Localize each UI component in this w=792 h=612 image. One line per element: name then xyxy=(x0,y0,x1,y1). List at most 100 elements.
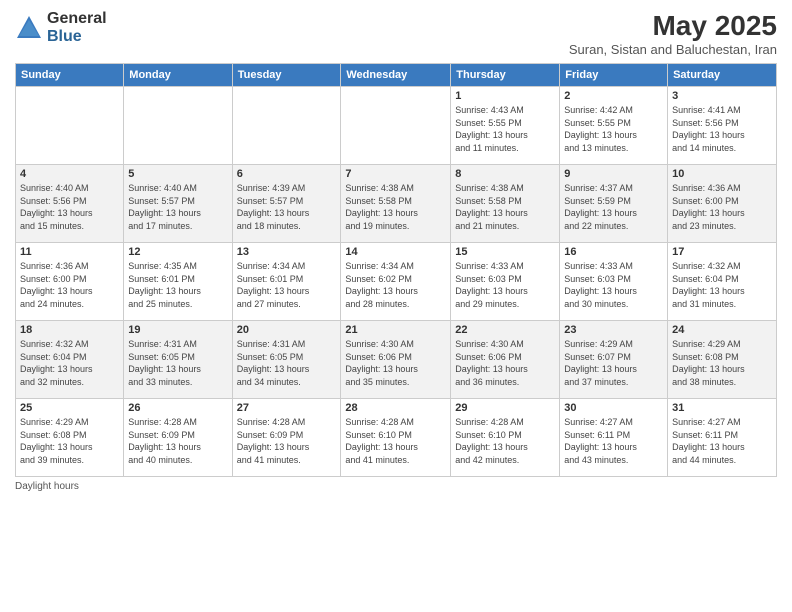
day-info-line: Sunset: 6:07 PM xyxy=(564,352,631,362)
day-info-line: Sunset: 6:04 PM xyxy=(20,352,87,362)
day-info-line: Sunset: 6:11 PM xyxy=(672,430,738,440)
day-number: 13 xyxy=(237,246,337,258)
day-info-line: Sunset: 6:05 PM xyxy=(128,352,195,362)
day-info-line: Sunrise: 4:27 AM xyxy=(672,417,741,427)
day-info-line: Daylight: 13 hours xyxy=(564,364,637,374)
logo-general: General xyxy=(47,10,107,28)
day-info-line: and 23 minutes. xyxy=(672,221,736,231)
day-info-line: Sunrise: 4:30 AM xyxy=(455,339,524,349)
day-info-line: Daylight: 13 hours xyxy=(237,286,310,296)
day-info-line: Daylight: 13 hours xyxy=(455,208,528,218)
day-info: Sunrise: 4:37 AMSunset: 5:59 PMDaylight:… xyxy=(564,182,663,232)
day-info: Sunrise: 4:29 AM Sunset: 6:07 PM Daylight:… xyxy=(564,338,663,388)
day-number: 8 xyxy=(455,168,555,180)
day-info-line: Sunrise: 4:29 AM xyxy=(672,339,741,349)
calendar-week-row: 4Sunrise: 4:40 AMSunset: 5:56 PMDaylight… xyxy=(16,165,777,243)
day-number: 17 xyxy=(672,246,772,258)
calendar-weekday-friday: Friday xyxy=(560,64,668,87)
day-info-line: Daylight: 13 hours xyxy=(237,442,310,452)
calendar-cell: 4Sunrise: 4:40 AMSunset: 5:56 PMDaylight… xyxy=(16,165,124,243)
day-info-line: Sunrise: 4:29 AM xyxy=(564,339,633,349)
day-info-line: and 32 minutes. xyxy=(20,377,84,387)
day-info-line: Sunset: 6:00 PM xyxy=(672,196,739,206)
day-number: 12 xyxy=(128,246,227,258)
day-info-line: and 21 minutes. xyxy=(455,221,519,231)
calendar-weekday-thursday: Thursday xyxy=(451,64,560,87)
day-info-line: and 35 minutes. xyxy=(345,377,409,387)
calendar-weekday-saturday: Saturday xyxy=(668,64,777,87)
day-info-line: Sunrise: 4:36 AM xyxy=(672,183,741,193)
calendar-weekday-monday: Monday xyxy=(124,64,232,87)
day-info: Sunrise: 4:32 AMSunset: 6:04 PMDaylight:… xyxy=(672,260,772,310)
day-info-line: Sunrise: 4:41 AM xyxy=(672,105,741,115)
day-number: 27 xyxy=(237,402,337,414)
day-info-line: Sunrise: 4:27 AM xyxy=(564,417,633,427)
calendar-cell: 14Sunrise: 4:34 AMSunset: 6:02 PMDayligh… xyxy=(341,243,451,321)
day-info-line: Sunrise: 4:28 AM xyxy=(237,417,306,427)
day-info-line: and 30 minutes. xyxy=(564,299,628,309)
day-info: Sunrise: 4:31 AMSunset: 6:05 PMDaylight:… xyxy=(237,338,337,388)
calendar-cell: 15Sunrise: 4:33 AMSunset: 6:03 PMDayligh… xyxy=(451,243,560,321)
day-info-line: Daylight: 13 hours xyxy=(672,442,745,452)
day-info: Sunrise: 4:34 AMSunset: 6:02 PMDaylight:… xyxy=(345,260,446,310)
day-info-line: and 39 minutes. xyxy=(20,455,84,465)
day-info-line: Sunset: 6:10 PM xyxy=(345,430,412,440)
calendar-cell: 31Sunrise: 4:27 AMSunset: 6:11 PMDayligh… xyxy=(668,399,777,477)
day-info-line: Daylight: 13 hours xyxy=(455,442,528,452)
calendar-cell: 10 Sunrise: 4:36 AM Sunset: 6:00 PM Dayligh… xyxy=(668,165,777,243)
day-info-line: Sunset: 5:59 PM xyxy=(564,196,631,206)
day-info-line: and 15 minutes. xyxy=(20,221,84,231)
day-info-line: Daylight: 13 hours xyxy=(672,208,745,218)
day-info-line: Sunrise: 4:36 AM xyxy=(20,261,89,271)
day-number: 6 xyxy=(237,168,337,180)
calendar-cell: 6Sunrise: 4:39 AMSunset: 5:57 PMDaylight… xyxy=(232,165,341,243)
day-info-line: Daylight: 13 hours xyxy=(128,442,201,452)
day-info-line: and 38 minutes. xyxy=(672,377,736,387)
day-info-line: Daylight: 13 hours xyxy=(672,364,745,374)
calendar-cell: 22Sunrise: 4:30 AMSunset: 6:06 PMDayligh… xyxy=(451,321,560,399)
calendar-cell xyxy=(124,87,232,165)
day-info-line: Daylight: 13 hours xyxy=(455,364,528,374)
day-number: 11 xyxy=(20,246,119,258)
location-subtitle: Suran, Sistan and Baluchestan, Iran xyxy=(569,42,777,57)
day-number: 10 xyxy=(672,168,772,180)
day-info-line: Sunrise: 4:38 AM xyxy=(345,183,414,193)
month-title: May 2025 xyxy=(569,10,777,42)
day-info-line: and 22 minutes. xyxy=(564,221,628,231)
day-info-line: Sunrise: 4:31 AM xyxy=(128,339,197,349)
calendar-cell: 12 Sunrise: 4:35 AMSunset: 6:01 PMDayligh… xyxy=(124,243,232,321)
calendar-cell: 30Sunrise: 4:27 AMSunset: 6:11 PMDayligh… xyxy=(560,399,668,477)
calendar-cell: 2Sunrise: 4:42 AMSunset: 5:55 PMDaylight… xyxy=(560,87,668,165)
calendar-cell: 13Sunrise: 4:34 AMSunset: 6:01 PMDayligh… xyxy=(232,243,341,321)
calendar-weekday-sunday: Sunday xyxy=(16,64,124,87)
logo-text: General Blue xyxy=(47,10,107,45)
calendar-cell: 20Sunrise: 4:31 AMSunset: 6:05 PMDayligh… xyxy=(232,321,341,399)
day-info: Sunrise: 4:29 AMSunset: 6:08 PMDaylight:… xyxy=(20,416,119,466)
day-info: Sunrise: 4:28 AMSunset: 6:10 PMDaylight:… xyxy=(345,416,446,466)
calendar-week-row: 11Sunrise: 4:36 AMSunset: 6:00 PMDayligh… xyxy=(16,243,777,321)
day-info-line: Sunrise: 4:29 AM xyxy=(20,417,89,427)
day-number: 1 xyxy=(455,90,555,102)
day-info-line: and 41 minutes. xyxy=(345,455,409,465)
day-info-line: Daylight: 13 hours xyxy=(20,364,93,374)
header: General Blue May 2025 Suran, Sistan and … xyxy=(15,10,777,57)
day-info-line: Sunset: 6:01 PM xyxy=(237,274,304,284)
calendar-weekday-tuesday: Tuesday xyxy=(232,64,341,87)
day-info-line: Daylight: 13 hours xyxy=(455,130,528,140)
calendar-header-row: SundayMondayTuesdayWednesdayThursdayFrid… xyxy=(16,64,777,87)
day-info-line: Sunrise: 4:40 AM xyxy=(128,183,197,193)
day-info-line: Sunset: 6:08 PM xyxy=(20,430,87,440)
day-info: Sunrise: 4:35 AMSunset: 6:01 PMDaylight:… xyxy=(128,260,227,310)
day-info-line: Sunset: 6:09 PM xyxy=(237,430,304,440)
day-info-line: Sunrise: 4:31 AM xyxy=(237,339,306,349)
day-info: Sunrise: 4:33 AMSunset: 6:03 PMDaylight:… xyxy=(564,260,663,310)
day-info-line: Sunset: 5:57 PM xyxy=(128,196,195,206)
day-info-line: Daylight: 13 hours xyxy=(345,364,418,374)
calendar-cell xyxy=(16,87,124,165)
day-info-line: Daylight: 13 hours xyxy=(20,208,93,218)
day-info-line: Sunset: 6:05 PM xyxy=(237,352,304,362)
day-info-line: Sunrise: 4:39 AM xyxy=(237,183,306,193)
day-info: Sunrise: 4:28 AM Sunset: 6:09 PM Daylight:… xyxy=(237,416,337,466)
day-number: 28 xyxy=(345,402,446,414)
day-info: Sunrise: 4:36 AM Sunset: 6:00 PM Daylight:… xyxy=(672,182,772,232)
